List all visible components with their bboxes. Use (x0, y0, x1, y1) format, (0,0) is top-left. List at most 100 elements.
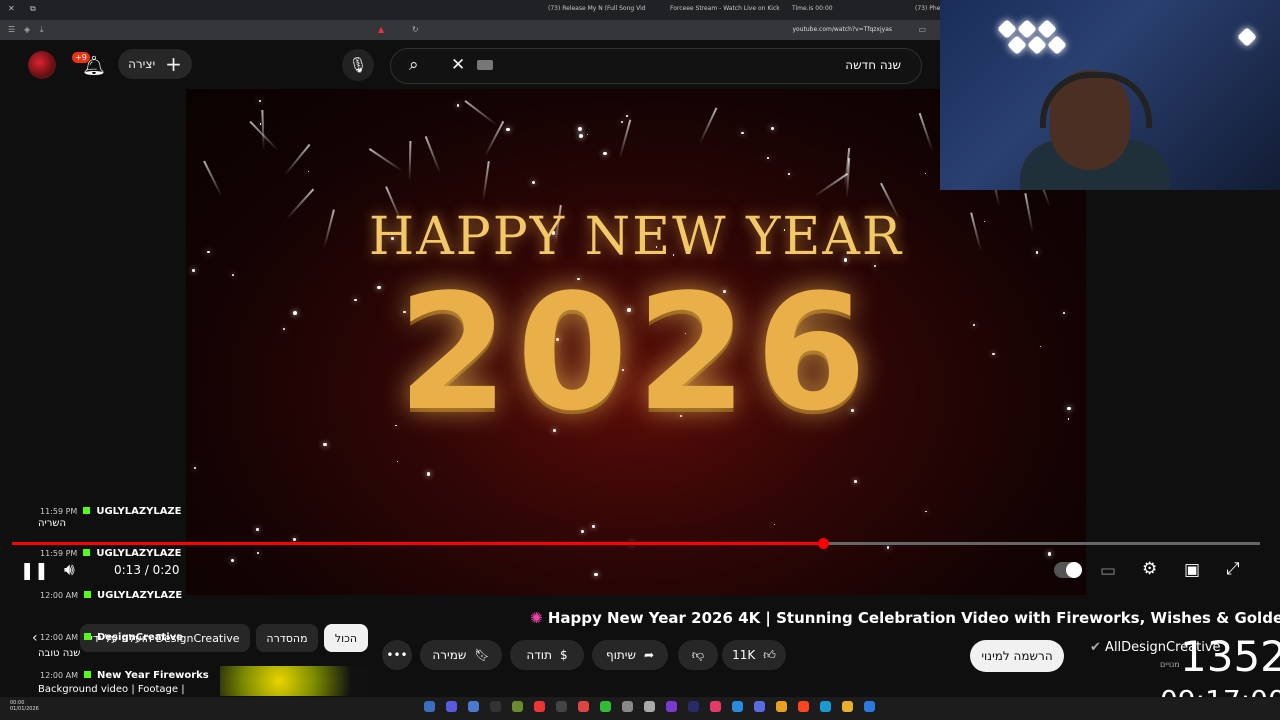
voice-search-button[interactable]: 🎙︎ (342, 49, 374, 81)
chip-all[interactable]: הכול (324, 624, 368, 652)
app-icon[interactable] (710, 701, 721, 712)
brave-icon[interactable] (798, 701, 809, 712)
avatar[interactable] (28, 51, 56, 79)
app-icon[interactable] (688, 701, 699, 712)
reload-icon[interactable]: ↻ (412, 25, 419, 34)
autoplay-toggle[interactable] (1054, 562, 1082, 578)
app-icon[interactable] (490, 701, 501, 712)
app-icon[interactable] (754, 701, 765, 712)
pause-icon[interactable]: ❚❚ (20, 561, 49, 581)
search-bar[interactable]: ⌕ ✕ שנה חדשה (390, 48, 922, 84)
spark (256, 552, 259, 554)
app-icon[interactable] (512, 701, 523, 712)
app-icon[interactable] (446, 701, 457, 712)
fullscreen-icon[interactable]: ⤢ (1226, 559, 1240, 579)
app-icon[interactable] (468, 701, 479, 712)
hex-light (1007, 35, 1027, 55)
warning-icon: ▲ (378, 25, 385, 34)
download-icon[interactable]: ⤓ (40, 25, 44, 35)
spark (426, 472, 431, 476)
create-button[interactable]: יצירה + (118, 49, 192, 79)
spark (625, 115, 628, 117)
chat-time: 12:00 AM (40, 671, 78, 680)
more-button[interactable]: ••• (382, 640, 412, 670)
verified-icon: ✔ (1090, 640, 1101, 655)
chat-message: 11:59 PM UGLYLAZYLAZE (40, 548, 182, 559)
firework-streak (368, 147, 403, 172)
firework-streak (698, 107, 718, 145)
restore-icon[interactable]: ⧉ (30, 4, 36, 14)
app-icon[interactable] (666, 701, 677, 712)
video-year: 2026 (397, 259, 875, 446)
firework-streak (481, 161, 490, 202)
like-button[interactable]: 11K 👍︎ (722, 640, 786, 670)
taskbar-date: 01/01/2026 (10, 706, 39, 712)
search-icon[interactable]: ⌕ (409, 55, 419, 75)
chat-user: UGLYLAZYLAZE (96, 590, 183, 601)
save-button[interactable]: שמירה 🔖︎ (420, 640, 502, 670)
app-icon[interactable] (622, 701, 633, 712)
kick-icon (83, 591, 91, 598)
close-icon[interactable]: ✕ (8, 4, 15, 13)
firework-streak (618, 119, 632, 159)
folder-icon[interactable] (842, 701, 853, 712)
firework-streak (424, 135, 441, 174)
chip-series[interactable]: מהסדרה (256, 624, 318, 652)
volume-icon[interactable]: 🔊︎ (64, 560, 75, 580)
spark (1047, 552, 1052, 556)
webcam-overlay (940, 0, 1280, 190)
video-headline: HAPPY NEW YEAR (368, 207, 904, 267)
app-icon[interactable] (556, 701, 567, 712)
microphone-icon: 🎙︎ (348, 56, 368, 74)
keyboard-icon[interactable] (477, 60, 493, 70)
firework-streak (846, 157, 851, 198)
hex-light (1027, 35, 1047, 55)
app-icon[interactable] (644, 701, 655, 712)
theater-icon[interactable]: ▣ (1184, 560, 1200, 580)
gear-icon[interactable]: ⚙ (1142, 559, 1157, 579)
kick-icon (83, 507, 91, 514)
app-icon[interactable] (732, 701, 743, 712)
tab-1[interactable]: (73) Release My N (Full Song Vid (548, 5, 646, 12)
chrome-icon[interactable] (776, 701, 787, 712)
app-icon[interactable] (578, 701, 589, 712)
thanks-button[interactable]: תודה $ (510, 640, 584, 670)
taskbar: 00:00 01/01/2026 (0, 697, 1280, 720)
app-icon[interactable] (600, 701, 611, 712)
tab-2[interactable]: Forceee Stream - Watch Live on Kick (670, 5, 780, 12)
share-button[interactable]: שיתוף ➦ (592, 640, 668, 670)
plus-icon: + (165, 52, 182, 76)
windows-icon[interactable] (864, 701, 875, 712)
chat-time: 12:00 AM (40, 633, 78, 642)
tab-3[interactable]: Time.is 00:00 (792, 5, 833, 12)
edge-icon[interactable] (820, 701, 831, 712)
dislike-button[interactable]: 👎︎ (678, 640, 718, 670)
kick-icon (83, 549, 91, 556)
save-label: שמירה (432, 648, 467, 662)
bookmark-icon: 🔖︎ (474, 648, 490, 662)
hex-light (1037, 19, 1057, 39)
address-bar: ☰ ◈ ⤓ ▲ ↻ youtube.com/watch?v=Tfqzxjyas … (0, 20, 940, 40)
chat-text: השריה (38, 518, 67, 529)
browser-tab-strip: ✕ ⧉ (73) Release My N (Full Song Vid For… (0, 0, 944, 20)
spark (593, 572, 598, 577)
share-label: שיתוף (605, 648, 636, 662)
hex-light (1237, 27, 1257, 47)
clear-icon[interactable]: ✕ (451, 55, 465, 75)
search-input[interactable]: שנה חדשה (845, 58, 901, 72)
related-video-thumbnail[interactable] (220, 666, 368, 696)
more-icon: ••• (386, 648, 408, 662)
spark (505, 127, 510, 132)
shield-icon[interactable]: ◈ (24, 25, 30, 34)
url-text[interactable]: youtube.com/watch?v=Tfqzxjyas (792, 26, 892, 33)
captions-icon[interactable]: ▭ (1100, 561, 1116, 581)
chevron-left-icon[interactable]: ‹ (32, 630, 38, 646)
spark (577, 126, 582, 131)
app-icon[interactable] (424, 701, 435, 712)
bookmark-icon[interactable]: ▭ (918, 25, 926, 34)
subscribe-button[interactable]: הרשמה למינוי (970, 640, 1064, 672)
menu-icon[interactable]: ☰ (8, 25, 15, 34)
app-icon[interactable] (534, 701, 545, 712)
spark (925, 173, 927, 175)
spark (603, 151, 607, 155)
